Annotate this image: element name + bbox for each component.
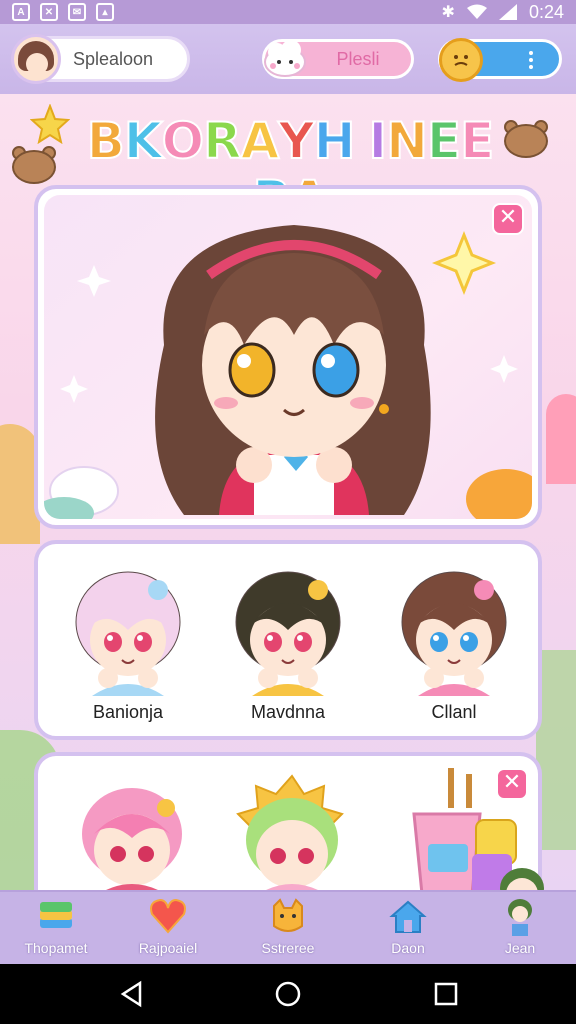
title-letter: I	[367, 111, 388, 171]
profile-name: Splealoon	[73, 48, 154, 69]
heart-icon	[148, 896, 188, 936]
featured-character-card[interactable]: ✕	[34, 185, 542, 529]
nav-item[interactable]: Rajpoaiel	[118, 896, 218, 962]
cat-face-icon	[268, 896, 308, 936]
avatar[interactable]	[11, 34, 61, 84]
nav-label: Jean	[504, 940, 536, 956]
close-featured-button[interactable]: ✕	[492, 203, 524, 235]
character-name: Mavdnna	[250, 702, 326, 722]
nav-label: Daon	[391, 940, 425, 956]
title-letter: E	[459, 111, 495, 171]
back-icon[interactable]	[118, 980, 146, 1008]
character-portrait	[401, 571, 507, 696]
a-notification-icon: A	[12, 3, 30, 21]
title-letter: R	[202, 111, 242, 171]
nav-item[interactable]: Thopamet	[6, 896, 106, 962]
title-letter: A	[240, 111, 281, 171]
top-header: Splealoon Plesli	[0, 24, 576, 94]
character-slot[interactable]: Cllanl	[374, 550, 534, 730]
character-name: Banionja	[92, 702, 164, 722]
title-letter: O	[161, 111, 205, 171]
featured-character-art	[44, 225, 532, 519]
title-letter: H	[313, 111, 357, 171]
title-letter: N	[385, 111, 429, 171]
title-letter: K	[123, 111, 164, 171]
layers-icon	[36, 896, 76, 936]
close-row-button[interactable]: ✕	[496, 768, 528, 800]
home-icon[interactable]	[274, 980, 302, 1008]
house-icon	[388, 896, 428, 936]
status-time: 0:24	[528, 1, 564, 22]
wifi-icon	[466, 4, 487, 19]
status-bar: A ✕ ✉ ▴ ✱ 0:24	[0, 0, 576, 24]
star-decoration-icon	[30, 104, 70, 144]
nav-label: Rajpoaiel	[138, 940, 198, 956]
vertical-dots-icon[interactable]	[529, 51, 533, 69]
character-slot[interactable]	[52, 764, 212, 902]
center-pill-button[interactable]: Plesli	[262, 39, 414, 79]
bluetooth-icon: ✱	[441, 4, 455, 21]
nav-item[interactable]: Jean	[470, 896, 570, 962]
title-letter: E	[426, 111, 462, 171]
character-slot[interactable]: Mavdnna	[208, 550, 368, 730]
system-navigation-bar	[0, 964, 576, 1024]
game-title: BKORAYH INEEBA	[70, 111, 510, 229]
recents-icon[interactable]	[432, 980, 460, 1008]
crossed-box-icon: ✕	[40, 3, 58, 21]
character-selection-row: Banionja Mavdnna Cllanl	[34, 540, 542, 740]
character-avatar-icon	[500, 896, 540, 936]
title-letter: Y	[277, 111, 315, 171]
nav-item[interactable]: Daon	[358, 896, 458, 962]
image-icon: ▴	[96, 3, 114, 21]
nav-item[interactable]: Sstreree	[238, 896, 338, 962]
nav-label: Sstreree	[261, 940, 315, 956]
center-pill-label: Plesli	[336, 48, 380, 69]
mail-icon: ✉	[68, 3, 86, 21]
cloud-mascot-icon	[264, 40, 306, 77]
character-portrait	[75, 571, 181, 696]
profile-pill[interactable]: Splealoon	[11, 34, 190, 84]
bottom-navigation: Thopamet Rajpoaiel Sstreree Daon Jean	[0, 890, 576, 964]
character-selection-row-2: ✕	[34, 752, 542, 902]
character-name: Cllanl	[431, 702, 477, 722]
character-slot[interactable]: Banionja	[48, 550, 208, 730]
character-slot[interactable]	[212, 764, 372, 902]
signal-icon	[498, 4, 517, 20]
nav-label: Thopamet	[24, 940, 88, 956]
title-letter: B	[86, 111, 126, 171]
bear-mascot-left	[8, 144, 62, 188]
character-portrait	[235, 571, 341, 696]
menu-toggle[interactable]	[438, 38, 562, 82]
emoji-face-icon	[439, 38, 483, 82]
